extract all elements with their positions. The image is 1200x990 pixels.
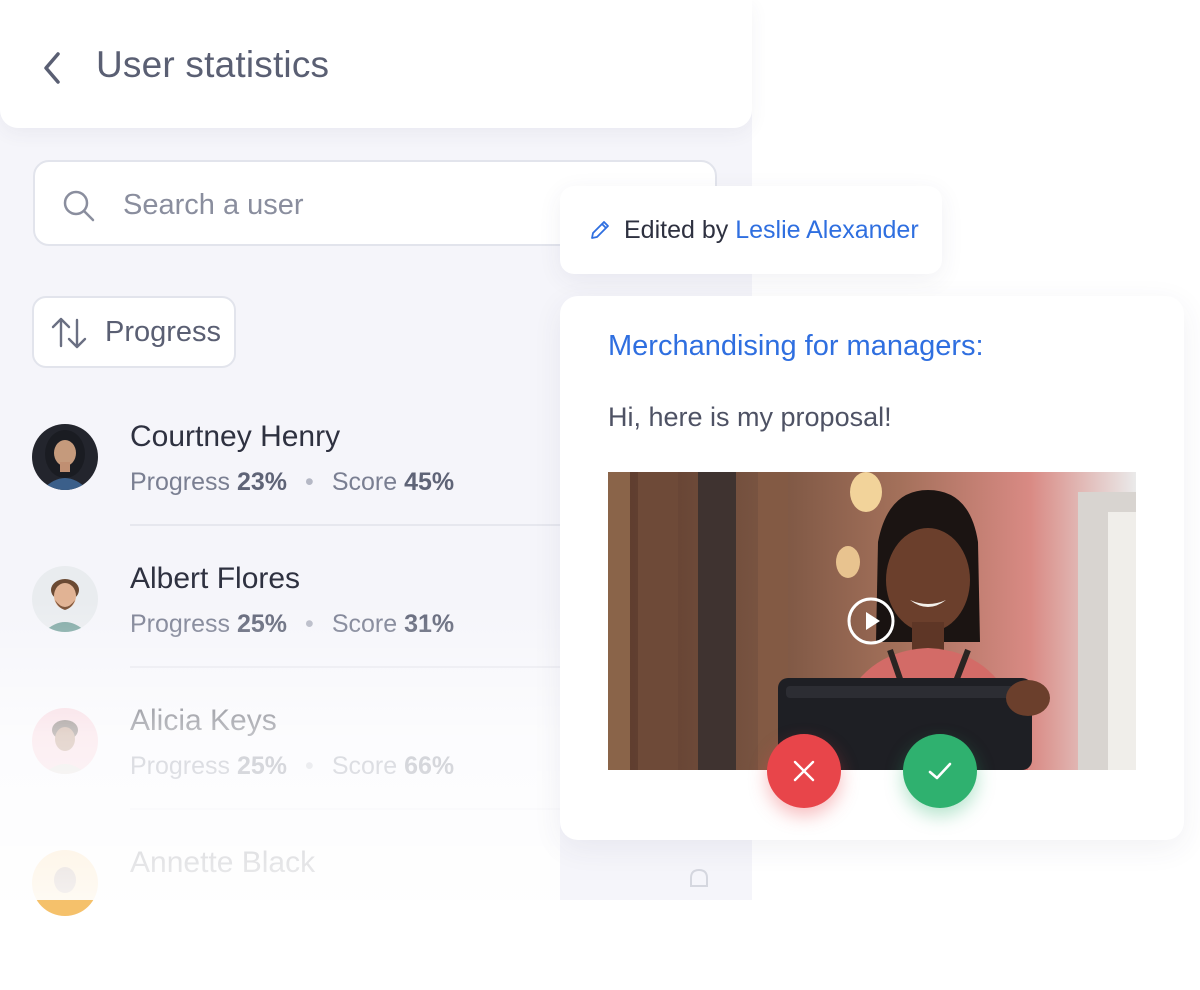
avatar <box>32 424 98 490</box>
proposal-message: Hi, here is my proposal! <box>608 402 892 432</box>
reject-button[interactable] <box>767 734 841 808</box>
user-stats: Progress 23% • Score 45% <box>130 468 455 496</box>
user-stats: Progress 25% • Score 31% <box>130 610 455 638</box>
edited-by-text: Edited by Leslie Alexander <box>624 216 919 244</box>
header: User statistics <box>0 0 752 128</box>
chevron-left-icon <box>44 52 60 84</box>
score-value: 66% <box>404 752 455 780</box>
score-value: 45% <box>404 468 455 496</box>
progress-value: 25% <box>237 610 288 638</box>
avatar <box>32 850 98 916</box>
user-row[interactable]: Alicia Keys Progress 25% • Score 66% <box>32 704 590 848</box>
bell-icon <box>690 868 708 887</box>
score-value: 31% <box>404 610 455 638</box>
pencil-icon <box>591 221 609 239</box>
progress-value: 25% <box>237 752 288 780</box>
divider <box>130 808 590 810</box>
play-icon[interactable] <box>846 596 896 646</box>
proposal-title: Merchandising for managers: <box>608 330 984 362</box>
user-name: Annette Black <box>130 846 316 879</box>
editor-name-link[interactable]: Leslie Alexander <box>735 216 918 244</box>
search-icon <box>63 190 95 222</box>
search-input[interactable] <box>121 182 565 228</box>
close-icon <box>793 760 815 782</box>
divider <box>130 666 590 668</box>
user-name: Alicia Keys <box>130 704 277 737</box>
check-icon <box>928 762 952 780</box>
page-title: User statistics <box>96 44 330 85</box>
user-stats: Progress 25% • Score 66% <box>130 752 455 780</box>
sort-label: Progress <box>105 316 222 348</box>
sort-button[interactable]: Progress <box>32 296 236 368</box>
proposal-card: Merchandising for managers: Hi, here is … <box>560 296 1184 840</box>
sort-icon <box>51 317 87 349</box>
avatar <box>32 566 98 632</box>
progress-value: 23% <box>237 468 288 496</box>
user-name: Albert Flores <box>130 562 301 595</box>
edited-by-card: Edited by Leslie Alexander <box>560 186 942 274</box>
back-button[interactable] <box>36 46 72 90</box>
user-row[interactable]: Courtney Henry Progress 23% • Score 45% <box>32 420 590 564</box>
accept-button[interactable] <box>903 734 977 808</box>
video-thumbnail[interactable] <box>608 472 1136 770</box>
divider <box>130 524 590 526</box>
user-row[interactable]: Albert Flores Progress 25% • Score 31% <box>32 562 590 706</box>
avatar <box>32 708 98 774</box>
user-row[interactable]: Annette Black <box>32 846 572 990</box>
user-name: Courtney Henry <box>130 420 341 453</box>
